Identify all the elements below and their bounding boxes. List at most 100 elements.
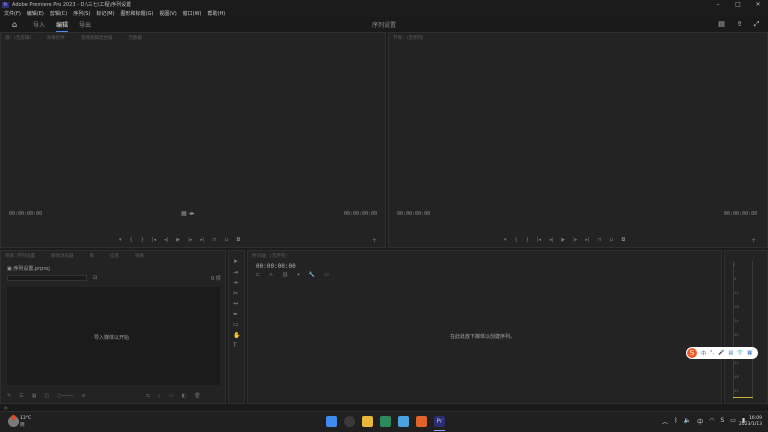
- display-icon[interactable]: ▭: [730, 417, 736, 426]
- menu-file[interactable]: 文件(F): [4, 10, 21, 17]
- freeform-view-icon[interactable]: ◫: [44, 393, 49, 399]
- menu-help[interactable]: 帮助(H): [208, 10, 226, 17]
- hand-tool-icon[interactable]: ✋: [233, 331, 240, 342]
- pen-tool-icon[interactable]: ✒: [233, 310, 240, 321]
- wrench-icon[interactable]: 🔧: [309, 272, 315, 278]
- rectangle-tool-icon[interactable]: ▭: [233, 320, 240, 331]
- ime-mode-label[interactable]: 中: [701, 350, 706, 357]
- list-view-icon[interactable]: ☰: [19, 393, 23, 399]
- pencil-icon[interactable]: ✎: [7, 393, 11, 399]
- clock-date[interactable]: 2023/1/13: [736, 422, 762, 427]
- tab-effect-controls[interactable]: 效果控件: [47, 35, 65, 41]
- insert-icon[interactable]: ⊓: [213, 237, 217, 243]
- menu-window[interactable]: 窗口(W): [183, 10, 202, 17]
- mark-out-icon[interactable]: }: [526, 237, 529, 243]
- mark-in-icon[interactable]: {: [515, 237, 518, 243]
- menu-clip[interactable]: 剪辑(C): [50, 10, 67, 17]
- overwrite-icon[interactable]: ⊔: [224, 237, 228, 243]
- add-marker-icon[interactable]: ▾: [297, 272, 300, 278]
- sort-icon[interactable]: ≡: [82, 393, 86, 399]
- tab-metadata[interactable]: 元数据: [129, 35, 143, 41]
- marker-icon[interactable]: ▾: [504, 237, 507, 243]
- workspace-tab-edit[interactable]: 编辑: [56, 20, 69, 32]
- tab-audio-mixer[interactable]: 音频剪辑混合器: [81, 35, 113, 41]
- find-icon[interactable]: ⌕: [158, 393, 161, 399]
- snap-icon[interactable]: ∩: [269, 272, 273, 278]
- go-to-out-icon[interactable]: ▸|: [200, 237, 204, 243]
- export-frame-icon[interactable]: ◘: [621, 237, 625, 243]
- captions-icon[interactable]: ▭: [324, 272, 329, 278]
- minimize-button[interactable]: –: [708, 0, 728, 9]
- play-icon[interactable]: ▶: [561, 237, 565, 243]
- menu-graphics[interactable]: 图形和标题(G): [121, 10, 154, 17]
- punctuation-icon[interactable]: °,: [710, 350, 714, 356]
- marker-icon[interactable]: ▾: [119, 237, 122, 243]
- close-button[interactable]: ✕: [748, 0, 768, 9]
- new-item-icon[interactable]: ◧: [182, 393, 187, 399]
- extract-icon[interactable]: ⊔: [609, 237, 613, 243]
- tab-project[interactable]: 项目: 序列设置: [5, 253, 35, 259]
- maximize-button[interactable]: □: [728, 0, 748, 9]
- trash-icon[interactable]: 🗑: [194, 393, 200, 399]
- tab-source[interactable]: 源：(无剪辑): [5, 35, 31, 41]
- tray-chevron-icon[interactable]: ︿: [662, 417, 668, 426]
- slip-tool-icon[interactable]: ↔: [233, 299, 240, 310]
- add-button-icon[interactable]: +: [372, 237, 377, 244]
- timeline-timecode[interactable]: 00:00:00:00: [256, 263, 296, 270]
- file-explorer-icon[interactable]: [362, 416, 373, 427]
- menu-edit[interactable]: 编辑(E): [27, 10, 44, 17]
- premiere-taskbar-icon[interactable]: Pr: [434, 416, 445, 427]
- step-back-icon[interactable]: ◂|: [164, 237, 168, 243]
- volume-icon[interactable]: 🔈: [684, 417, 691, 426]
- go-to-out-icon[interactable]: ▸|: [585, 237, 589, 243]
- start-icon[interactable]: [326, 416, 337, 427]
- menu-view[interactable]: 视图(V): [159, 10, 176, 17]
- insert-sequence-icon[interactable]: ⊏: [256, 272, 260, 278]
- tab-libraries[interactable]: 库: [89, 253, 94, 259]
- sogou-icon[interactable]: S: [687, 348, 697, 358]
- new-bin-footer-icon[interactable]: ▭: [169, 393, 174, 399]
- source-playhead-timecode[interactable]: 00:00:00:00: [9, 211, 42, 217]
- tab-effects[interactable]: 效果: [135, 253, 144, 259]
- bluetooth-icon[interactable]: ᛒ: [674, 417, 678, 426]
- menu-sequence[interactable]: 序列(S): [73, 10, 90, 17]
- mail-icon[interactable]: [398, 416, 409, 427]
- mark-out-icon[interactable]: }: [141, 237, 144, 243]
- razor-tool-icon[interactable]: ✂: [233, 289, 240, 300]
- tab-program[interactable]: 节目：(无序列): [393, 35, 424, 41]
- keyboard-icon[interactable]: ▤: [728, 350, 733, 356]
- step-forward-icon[interactable]: |▸: [573, 237, 577, 243]
- search-icon[interactable]: [344, 416, 355, 427]
- new-bin-icon[interactable]: ⊡: [93, 275, 97, 281]
- toolbox-icon[interactable]: ▦: [747, 350, 752, 356]
- clock-time[interactable]: 16:09: [742, 416, 762, 421]
- track-select-tool-icon[interactable]: ⇥: [233, 268, 240, 279]
- app-icon-orange[interactable]: [416, 416, 427, 427]
- play-icon[interactable]: ▶: [176, 237, 180, 243]
- network-icon[interactable]: ◠: [709, 417, 714, 426]
- tab-info[interactable]: 信息: [110, 253, 119, 259]
- selection-tool-icon[interactable]: ➤: [233, 257, 240, 268]
- go-to-in-icon[interactable]: |◂: [152, 237, 156, 243]
- app-icon-green[interactable]: [380, 416, 391, 427]
- export-frame-icon[interactable]: ◘: [236, 237, 240, 243]
- fullscreen-icon[interactable]: ⤢: [752, 20, 761, 29]
- skin-icon[interactable]: 👕: [737, 350, 743, 356]
- type-tool-icon[interactable]: T: [233, 341, 240, 352]
- automate-icon[interactable]: ⇆: [146, 393, 150, 399]
- share-icon[interactable]: ⇪: [735, 20, 744, 29]
- tab-timeline[interactable]: 时间轴：(无序列): [252, 253, 287, 259]
- menu-markers[interactable]: 标记(M): [96, 10, 114, 17]
- step-forward-icon[interactable]: |▸: [188, 237, 192, 243]
- microphone-icon[interactable]: 🎤: [718, 350, 724, 356]
- tab-media-browser[interactable]: 媒体浏览器: [51, 253, 74, 259]
- add-button-icon[interactable]: +: [751, 237, 756, 244]
- icon-view-icon[interactable]: ▦: [32, 393, 37, 399]
- project-search-input[interactable]: [7, 275, 87, 281]
- go-to-in-icon[interactable]: |◂: [537, 237, 541, 243]
- ripple-edit-tool-icon[interactable]: ⟛: [233, 278, 240, 289]
- home-icon[interactable]: ⌂: [10, 20, 19, 29]
- program-playhead-timecode[interactable]: 00:00:00:00: [397, 211, 430, 217]
- workspace-tab-export[interactable]: 导出: [79, 20, 91, 29]
- step-back-icon[interactable]: ◂|: [549, 237, 553, 243]
